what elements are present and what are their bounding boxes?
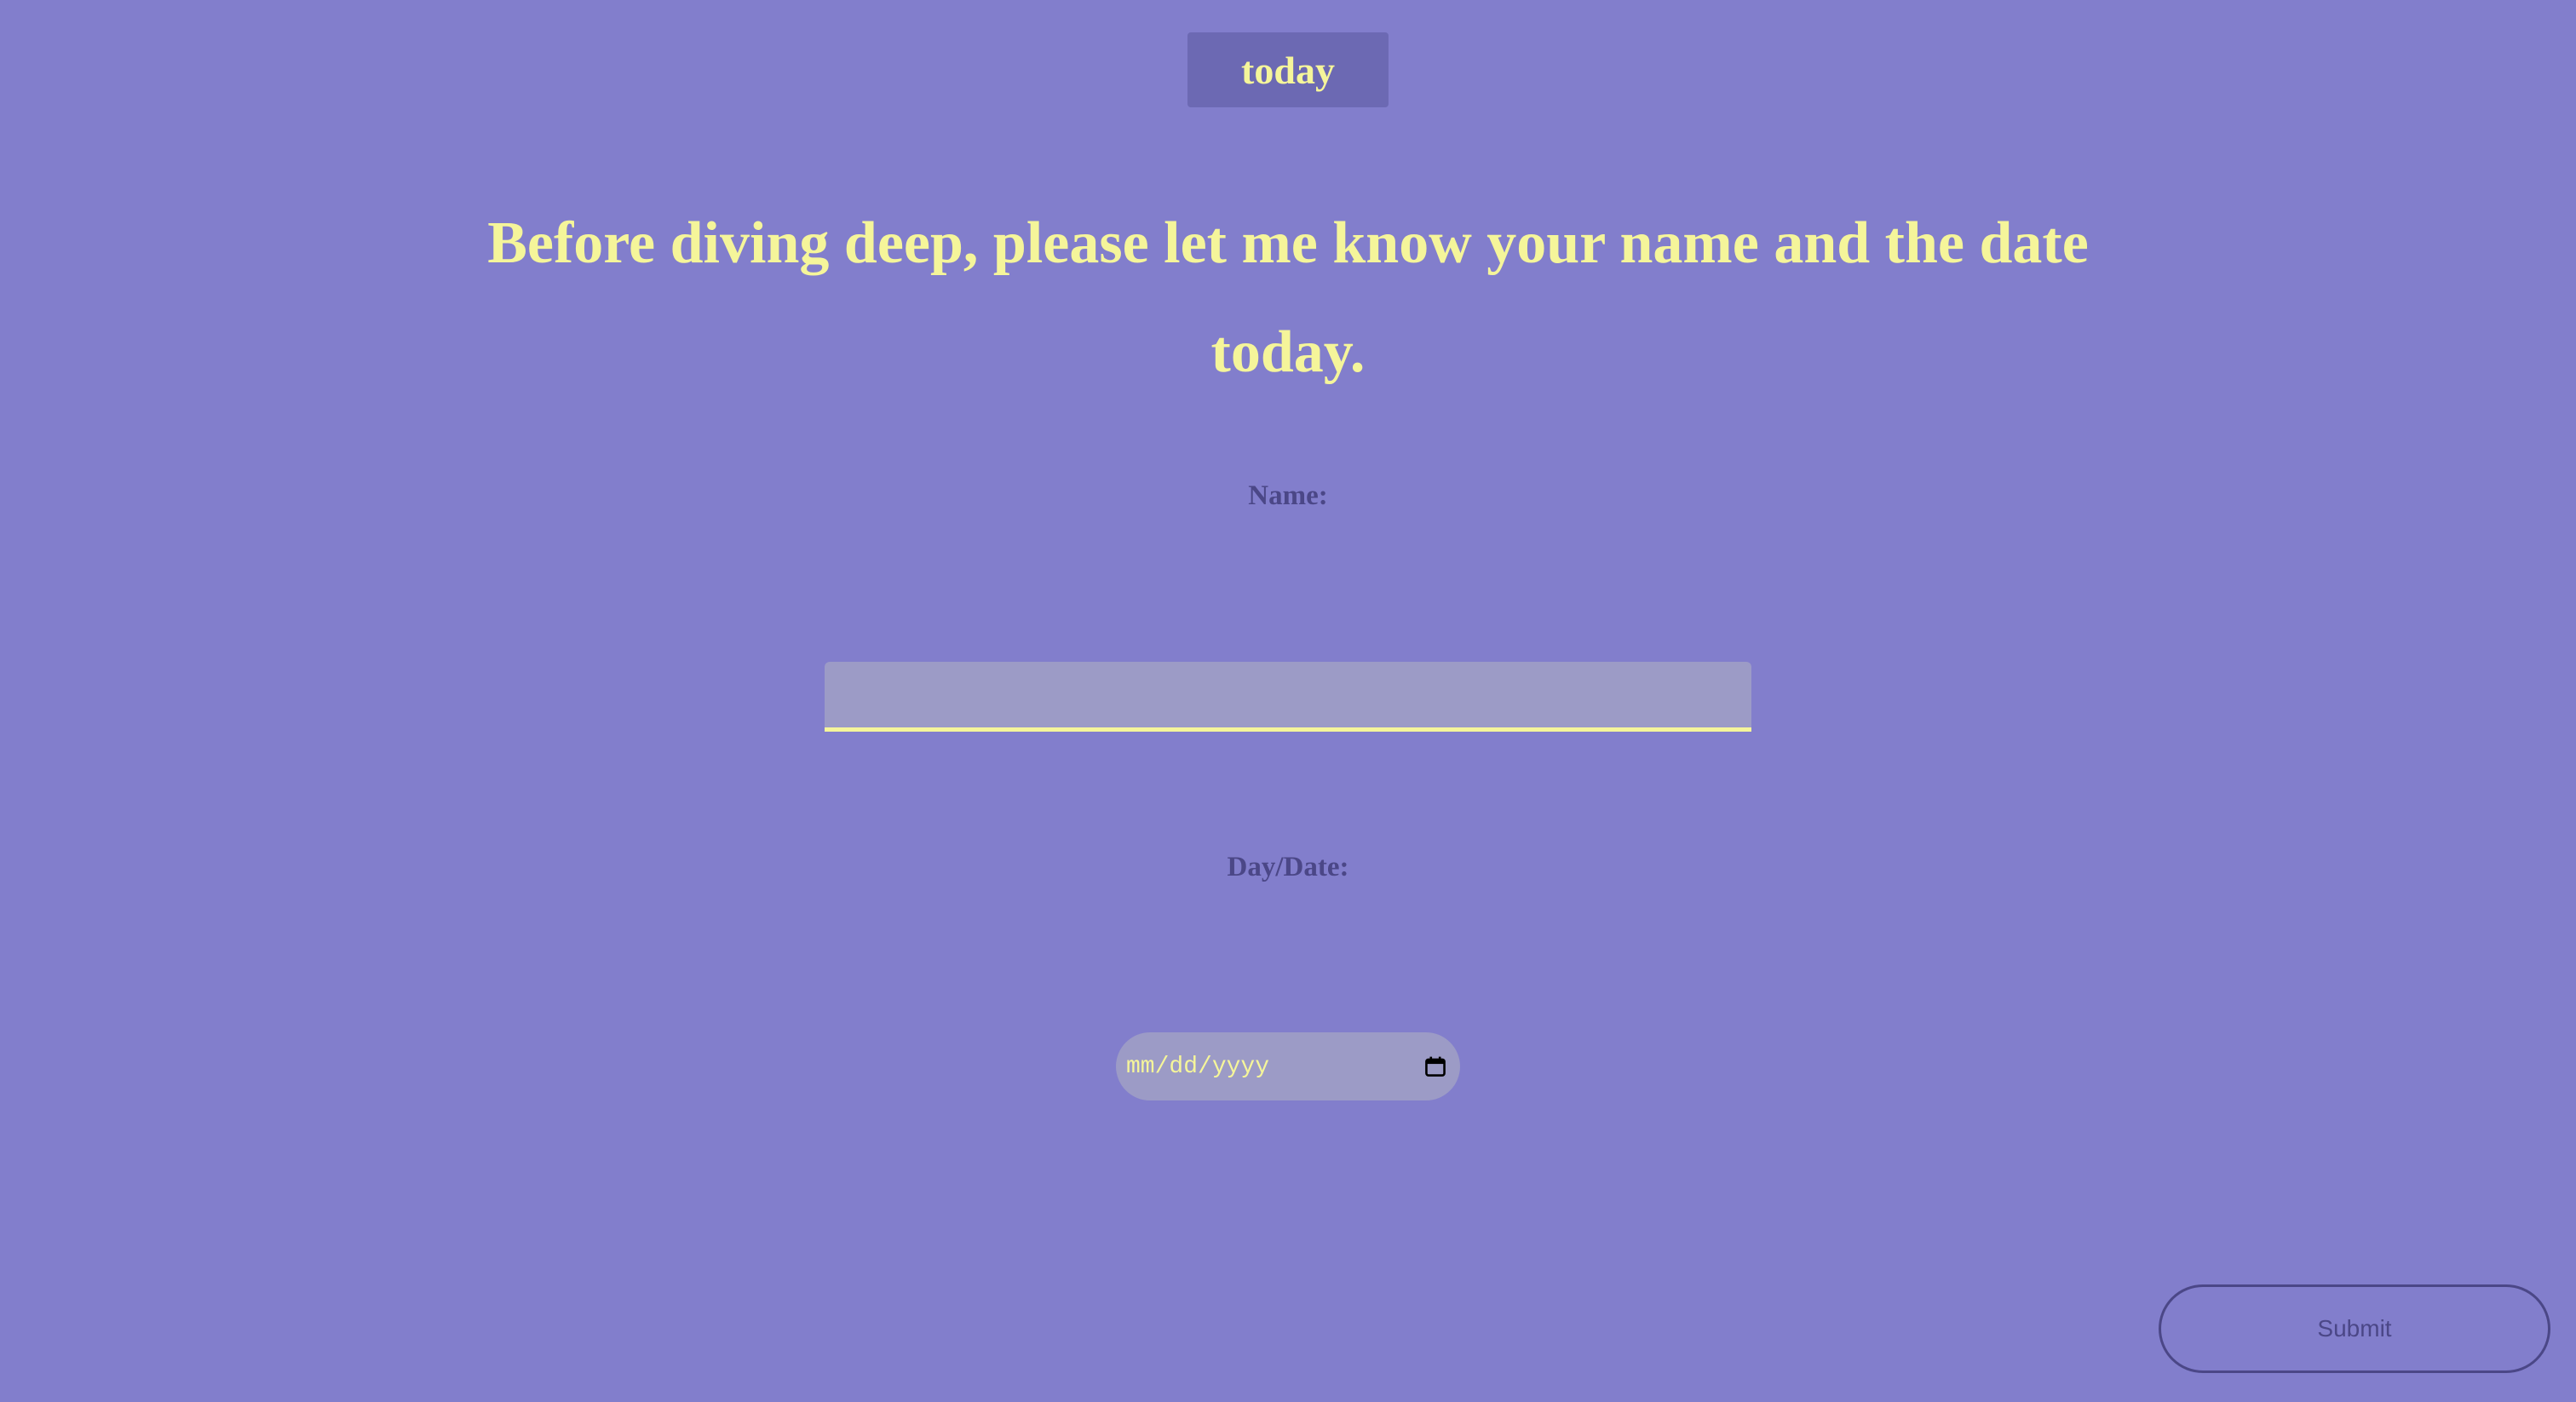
submit-button[interactable]: Submit	[2159, 1284, 2550, 1373]
calendar-icon[interactable]	[1424, 1055, 1446, 1077]
date-field-label: Day/Date:	[1227, 852, 1349, 882]
today-nav-button[interactable]: today	[1187, 32, 1389, 107]
today-nav-label: today	[1241, 48, 1335, 92]
date-input[interactable]: mm/dd/yyyy	[1116, 1032, 1460, 1100]
name-field-label: Name:	[1248, 480, 1328, 511]
date-input-placeholder: mm/dd/yyyy	[1126, 1053, 1270, 1080]
page-headline: Before diving deep, please let me know y…	[487, 210, 2089, 385]
name-input[interactable]	[825, 662, 1751, 732]
